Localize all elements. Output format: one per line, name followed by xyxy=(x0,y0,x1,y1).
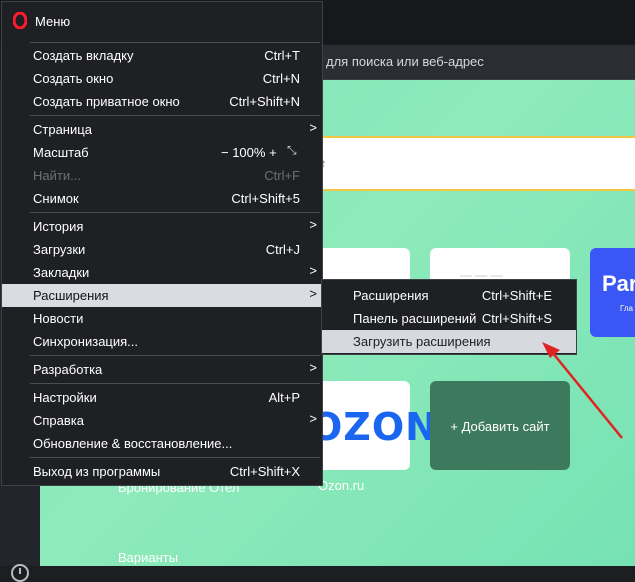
address-placeholder: для поиска или веб-адрес xyxy=(326,54,484,69)
menu-item-exit[interactable]: Выход из программы Ctrl+Shift+X xyxy=(2,460,322,483)
menu-item-label: Выход из программы xyxy=(33,464,161,479)
menu-item-label: Расширения xyxy=(33,288,109,303)
tile-caption-variants: Варианты xyxy=(118,550,179,565)
menu-item-history[interactable]: История > xyxy=(2,215,322,238)
chevron-right-icon: > xyxy=(309,286,317,301)
menu-separator xyxy=(30,457,320,458)
menu-item-label: Снимок xyxy=(33,191,79,206)
menu-item-shortcut: Ctrl+T xyxy=(264,48,300,63)
submenu-item-label: Расширения xyxy=(353,288,429,303)
submenu-item-extensions-panel[interactable]: Панель расширений Ctrl+Shift+S xyxy=(322,307,576,330)
menu-item-extensions[interactable]: Расширения > xyxy=(2,284,322,307)
par-subtitle: Гла xyxy=(620,304,633,313)
menu-item-news[interactable]: Новости xyxy=(2,307,322,330)
menu-item-label: Создать окно xyxy=(33,71,114,86)
chevron-right-icon: > xyxy=(309,120,317,135)
menu-item-label: Синхронизация... xyxy=(33,334,139,349)
chevron-right-icon: > xyxy=(309,263,317,278)
menu-separator xyxy=(30,383,320,384)
menu-item-downloads[interactable]: Загрузки Ctrl+J xyxy=(2,238,322,261)
opera-logo-icon xyxy=(13,12,27,29)
zoom-control[interactable]: − 100% + xyxy=(221,145,277,160)
menu-item-shortcut: Ctrl+J xyxy=(265,242,300,257)
speed-dial-tile-par[interactable]: Par Гла xyxy=(590,248,635,337)
submenu-item-shortcut: Ctrl+Shift+E xyxy=(481,288,552,303)
menu-item-label: Настройки xyxy=(33,390,97,405)
chevron-right-icon: > xyxy=(309,217,317,232)
menu-item-label: Масштаб xyxy=(33,145,89,160)
menu-item-label: Разработка xyxy=(33,362,103,377)
ozon-logo: OZON xyxy=(310,405,438,449)
menu-item-developer[interactable]: Разработка > xyxy=(2,358,322,381)
submenu-item-shortcut: Ctrl+Shift+S xyxy=(481,311,552,326)
menu-item-shortcut: Ctrl+Shift+N xyxy=(229,94,300,109)
menu-item-label: Создать приватное окно xyxy=(33,94,180,109)
menu-item-shortcut: Alt+P xyxy=(268,390,300,405)
menu-separator xyxy=(30,115,320,116)
menu-title: Меню xyxy=(35,14,71,29)
speed-dial-tile[interactable]: — — — xyxy=(430,248,570,283)
menu-item-shortcut: Ctrl+N xyxy=(262,71,300,86)
menu-item-shortcut: Ctrl+Shift+5 xyxy=(231,191,300,206)
history-clock-icon[interactable] xyxy=(11,564,29,582)
menu-separator xyxy=(30,355,320,356)
fullscreen-icon[interactable]: ⤡ xyxy=(287,143,297,158)
menu-item-label: Создать вкладку xyxy=(33,48,134,63)
menu-item-update-recovery[interactable]: Обновление & восстановление... xyxy=(2,432,322,455)
opera-main-menu: Меню Создать вкладку Ctrl+T Создать окно… xyxy=(1,1,323,486)
menu-item-zoom: Масштаб − 100% + ⤡ xyxy=(2,141,322,164)
annotation-arrow-icon xyxy=(542,342,623,439)
menu-item-label: Новости xyxy=(33,311,84,326)
menu-item-label: Обновление & восстановление... xyxy=(33,436,233,451)
menu-separator xyxy=(30,212,320,213)
menu-item-label: Найти... xyxy=(33,168,81,183)
menu-item-new-tab[interactable]: Создать вкладку Ctrl+T xyxy=(2,44,322,67)
chevron-right-icon: > xyxy=(309,360,317,375)
tile-caption-ozon: Ozon.ru xyxy=(318,478,365,493)
menu-item-label: Страница xyxy=(33,122,92,137)
menu-item-shortcut: Ctrl+Shift+X xyxy=(229,464,300,479)
search-box[interactable]: е xyxy=(300,136,635,191)
menu-item-shortcut: Ctrl+F xyxy=(264,168,300,183)
menu-item-sync[interactable]: Синхронизация... xyxy=(2,330,322,353)
par-logo: Par xyxy=(602,271,635,296)
submenu-item-label: Панель расширений xyxy=(353,311,477,326)
menu-item-label: Закладки xyxy=(33,265,90,280)
menu-item-private-window[interactable]: Создать приватное окно Ctrl+Shift+N xyxy=(2,90,322,113)
submenu-item-extensions[interactable]: Расширения Ctrl+Shift+E xyxy=(322,284,576,307)
menu-item-settings[interactable]: Настройки Alt+P xyxy=(2,386,322,409)
menu-item-find[interactable]: Найти... Ctrl+F xyxy=(2,164,322,187)
menu-separator xyxy=(30,42,320,43)
chevron-right-icon: > xyxy=(309,411,317,426)
submenu-item-label: Загрузить расширения xyxy=(353,334,491,349)
address-bar[interactable]: для поиска или веб-адрес xyxy=(290,45,635,80)
menu-item-help[interactable]: Справка > xyxy=(2,409,322,432)
menu-item-new-window[interactable]: Создать окно Ctrl+N xyxy=(2,67,322,90)
menu-item-label: Загрузки xyxy=(33,242,86,257)
menu-item-label: Справка xyxy=(33,413,84,428)
menu-item-label: История xyxy=(33,219,84,234)
menu-item-bookmarks[interactable]: Закладки > xyxy=(2,261,322,284)
menu-item-page[interactable]: Страница > xyxy=(2,118,322,141)
menu-item-snapshot[interactable]: Снимок Ctrl+Shift+5 xyxy=(2,187,322,210)
